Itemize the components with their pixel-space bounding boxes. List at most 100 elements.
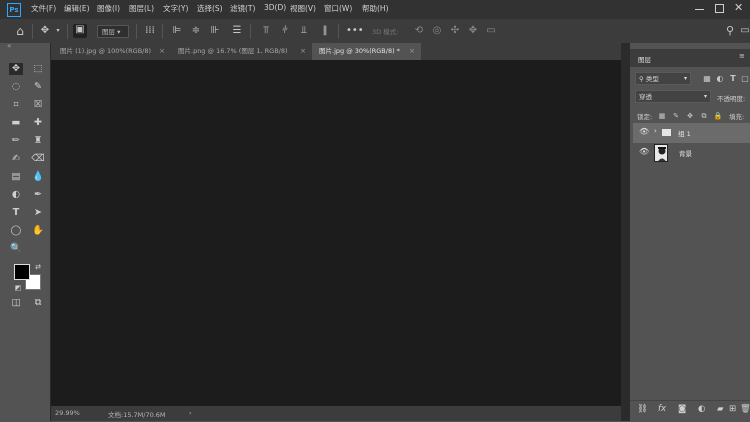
menu-window[interactable]: 窗口(W) [324, 3, 352, 14]
home-icon[interactable]: ⌂ [13, 25, 27, 37]
menu-help[interactable]: 帮助(H) [362, 3, 389, 14]
screen-mode-icon[interactable]: ⧉ [31, 297, 45, 309]
workspace-icon[interactable]: ▭ [740, 25, 750, 37]
clone-stamp-icon[interactable]: ♜ [31, 135, 45, 147]
document-tab-active[interactable]: 图片.jpg @ 30%(RGB/8) * × [312, 43, 421, 60]
document-tab[interactable]: 图片.png @ 16.7% (图层 1, RGB/8) × [171, 43, 312, 60]
adjustment-layer-icon[interactable]: ◐ [698, 404, 705, 414]
layer-name[interactable]: 背景 [679, 148, 692, 158]
default-colors-icon[interactable]: ◩ [11, 282, 25, 294]
distribute-icon[interactable]: ☰ [231, 25, 243, 37]
path-select-icon[interactable]: ➤ [31, 207, 45, 219]
ruler-tool-icon[interactable]: ▬ [9, 117, 23, 129]
document-canvas[interactable] [51, 60, 621, 406]
hand-tool-icon[interactable]: ✋ [31, 225, 45, 237]
3d-scale-icon[interactable]: ▭ [485, 25, 497, 37]
align-right-icon[interactable]: ⊪ [209, 25, 221, 37]
lock-pixels-icon[interactable]: ✎ [671, 110, 681, 122]
lock-position-icon[interactable]: ✥ [685, 110, 695, 122]
zoom-level[interactable]: 29.99% [55, 409, 80, 417]
filter-pixel-icon[interactable]: ▦ [702, 73, 712, 85]
link-layers-icon[interactable]: ⛓ [637, 404, 648, 414]
crop-tool-icon[interactable]: ⌗ [9, 99, 23, 111]
shape-tool-icon[interactable]: ◯ [9, 225, 23, 237]
minimize-icon[interactable] [695, 9, 704, 10]
expand-group-icon[interactable]: › [654, 127, 657, 135]
filter-adjustment-icon[interactable]: ◐ [715, 73, 725, 85]
zoom-tool-icon[interactable]: 🔍 [9, 243, 23, 255]
distribute-vertical-icon[interactable]: ‖ [319, 25, 331, 37]
status-menu-arrow[interactable]: › [189, 409, 192, 417]
menu-filter[interactable]: 滤镜(T) [230, 3, 255, 14]
new-layer-icon[interactable]: ⊞ [729, 404, 736, 414]
layer-name[interactable]: 组 1 [678, 128, 691, 138]
3d-mode-label: 3D 模式: [372, 28, 399, 36]
auto-select-icon[interactable]: ▣ [73, 24, 87, 38]
filter-shape-icon[interactable]: ▢ [740, 73, 750, 85]
quick-select-tool-icon[interactable]: ✎ [31, 81, 45, 93]
type-tool-icon[interactable]: T [9, 207, 23, 219]
collapse-toolbar-icon[interactable]: « [7, 42, 11, 50]
menu-select[interactable]: 选择(S) [197, 3, 223, 14]
frame-tool-icon[interactable]: ☒ [31, 99, 45, 111]
new-group-icon[interactable]: ▰ [717, 404, 724, 414]
add-mask-icon[interactable]: ◙ [678, 404, 686, 414]
blur-tool-icon[interactable]: 💧 [31, 171, 45, 183]
3d-orbit-icon[interactable]: ⟲ [413, 25, 425, 37]
close-window-icon[interactable]: ✕ [734, 1, 743, 14]
maximize-icon[interactable] [715, 4, 724, 13]
swap-colors-icon[interactable]: ⇄ [31, 261, 45, 273]
delete-layer-icon[interactable]: 🗑 [740, 404, 750, 414]
menu-view[interactable]: 视图(V) [290, 3, 316, 14]
quick-mask-icon[interactable]: ◫ [9, 297, 23, 309]
transform-controls-icon[interactable]: ⁞⁞⁞ [143, 25, 157, 37]
menu-file[interactable]: 文件(F) [31, 3, 56, 14]
panel-menu-icon[interactable]: ≡ [739, 52, 745, 60]
gradient-tool-icon[interactable]: ▤ [9, 171, 23, 183]
align-vcenter-icon[interactable]: ⫩ [279, 25, 291, 37]
menu-3d[interactable]: 3D(D) [264, 3, 286, 12]
menu-image[interactable]: 图像(I) [97, 3, 120, 14]
auto-select-target-dropdown[interactable]: 图层 ▾ [97, 25, 129, 38]
move-tool-icon[interactable]: ✥ [9, 63, 23, 75]
healing-brush-icon[interactable]: ✚ [31, 117, 45, 129]
tab-close-icon[interactable]: × [409, 43, 415, 60]
lock-artboard-icon[interactable]: ⧉ [699, 110, 709, 122]
layer-style-icon[interactable]: fx [658, 404, 666, 414]
tab-close-icon[interactable]: × [159, 43, 165, 60]
3d-roll-icon[interactable]: ◎ [431, 25, 443, 37]
panel-title[interactable]: 图层 [638, 54, 651, 64]
lock-transparent-icon[interactable]: ▦ [657, 110, 667, 122]
chevron-down-icon[interactable]: ▾ [54, 25, 62, 37]
move-tool-preset-icon[interactable]: ✥ [38, 25, 52, 37]
lock-all-icon[interactable]: 🔒 [713, 110, 723, 122]
align-bottom-icon[interactable]: ⫫ [298, 25, 310, 37]
3d-pan-icon[interactable]: ✣ [449, 25, 461, 37]
foreground-color-swatch[interactable] [14, 264, 30, 280]
search-icon[interactable]: ⚲ [724, 25, 736, 37]
history-brush-icon[interactable]: ✍ [9, 153, 23, 165]
pen-tool-icon[interactable]: ✒ [31, 189, 45, 201]
visibility-eye-icon[interactable]: 👁 [639, 127, 649, 136]
tab-close-icon[interactable]: × [300, 43, 306, 60]
3d-slide-icon[interactable]: ✥ [467, 25, 479, 37]
dodge-tool-icon[interactable]: ◐ [9, 189, 23, 201]
visibility-eye-icon[interactable]: 👁 [639, 147, 649, 156]
align-left-icon[interactable]: ⊫ [171, 25, 183, 37]
blend-mode-dropdown[interactable]: 穿透 ▾ [635, 90, 711, 103]
document-tab[interactable]: 图片 (1).jpg @ 100%(RGB/8) × [53, 43, 171, 60]
more-options-icon[interactable]: ••• [346, 25, 364, 37]
filter-kind-dropdown[interactable]: ⚲ 类型 ▾ [635, 72, 691, 85]
align-hcenter-icon[interactable]: ≑ [190, 25, 202, 37]
filter-type-icon[interactable]: T [728, 73, 738, 85]
marquee-tool-icon[interactable]: ⬚ [31, 63, 45, 75]
brush-tool-icon[interactable]: ✏ [9, 135, 23, 147]
eraser-tool-icon[interactable]: ⌫ [31, 153, 45, 165]
layer-row[interactable]: 👁 › 组 1 [633, 123, 750, 143]
menu-edit[interactable]: 编辑(E) [64, 3, 90, 14]
menu-layer[interactable]: 图层(L) [129, 3, 154, 14]
align-top-icon[interactable]: ⫪ [260, 25, 272, 37]
lasso-tool-icon[interactable]: ◌ [9, 81, 23, 93]
layer-row[interactable]: 👁 背景 [633, 143, 750, 163]
menu-type[interactable]: 文字(Y) [163, 3, 188, 14]
